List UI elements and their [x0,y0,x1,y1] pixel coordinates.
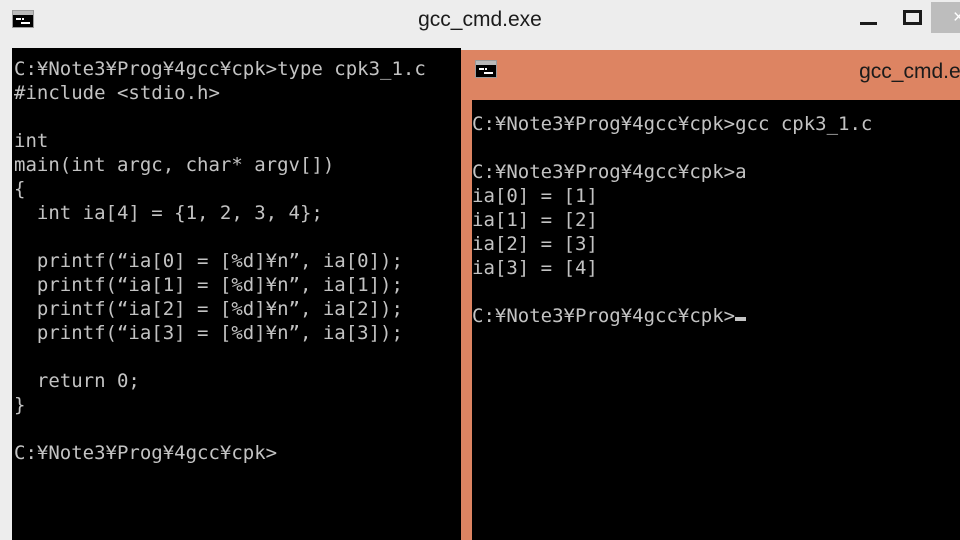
maximize-button[interactable] [903,10,922,25]
terminal-line: ia[2] = [3] [472,233,598,255]
foreground-console-window[interactable]: gcc_cmd.exe C:¥Note3¥Prog¥4gcc¥cpk>gcc c… [461,50,960,540]
foreground-window-titlebar[interactable]: gcc_cmd.exe [461,50,960,100]
terminal-line: main(int argc, char* argv[]) [14,154,335,176]
background-terminal-body[interactable]: C:¥Note3¥Prog¥4gcc¥cpk>type cpk3_1.c #inc… [12,48,461,540]
close-button[interactable]: × [931,2,960,33]
background-terminal-text: C:¥Note3¥Prog¥4gcc¥cpk>type cpk3_1.c #inc… [14,57,426,465]
background-window-titlebar[interactable]: gcc_cmd.exe × [0,0,960,46]
terminal-line: printf(“ia[0] = [%d]¥n”, ia[0]); [14,250,403,272]
terminal-line: printf(“ia[3] = [%d]¥n”, ia[3]); [14,322,403,344]
terminal-line: C:¥Note3¥Prog¥4gcc¥cpk>gcc cpk3_1.c [472,113,873,135]
terminal-line: ia[0] = [1] [472,185,598,207]
terminal-line: } [14,394,26,416]
terminal-line: C:¥Note3¥Prog¥4gcc¥cpk>type cpk3_1.c [14,58,426,80]
terminal-line: ia[1] = [2] [472,209,598,231]
close-icon: × [953,7,960,28]
background-window-title: gcc_cmd.exe [418,8,542,31]
terminal-cursor [735,317,747,321]
foreground-terminal-text: C:¥Note3¥Prog¥4gcc¥cpk>gcc cpk3_1.c C:¥No… [472,112,872,328]
terminal-line: int ia[4] = {1, 2, 3, 4}; [14,202,323,224]
terminal-line: C:¥Note3¥Prog¥4gcc¥cpk> [472,304,872,328]
foreground-window-title: gcc_cmd.exe [859,60,960,83]
terminal-line: C:¥Note3¥Prog¥4gcc¥cpk>a [472,161,747,183]
screen-root: gcc_cmd.exe × C:¥Note3¥Prog¥4gcc¥cpk>typ… [0,0,960,540]
terminal-line: int [14,130,49,152]
foreground-terminal-body[interactable]: C:¥Note3¥Prog¥4gcc¥cpk>gcc cpk3_1.c C:¥No… [472,100,960,540]
minimize-button[interactable] [860,22,877,25]
terminal-line: C:¥Note3¥Prog¥4gcc¥cpk> [14,442,278,464]
terminal-line: #include <stdio.h> [14,82,220,104]
terminal-line: { [14,178,26,200]
terminal-line: printf(“ia[2] = [%d]¥n”, ia[2]); [14,298,403,320]
terminal-line: printf(“ia[1] = [%d]¥n”, ia[1]); [14,274,403,296]
terminal-line: ia[3] = [4] [472,257,598,279]
terminal-line: return 0; [14,370,140,392]
